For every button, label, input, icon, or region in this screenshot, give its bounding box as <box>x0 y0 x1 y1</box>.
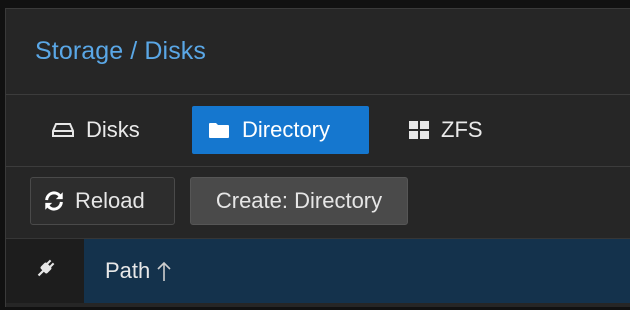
tab-zfs[interactable]: ZFS <box>405 106 487 154</box>
create-directory-label: Create: Directory <box>215 188 383 213</box>
storage-disks-panel: Storage / Disks Disks Directory ZFS Relo… <box>5 8 630 307</box>
toolbar: Reload Create: Directory <box>6 167 630 239</box>
page-title: Storage / Disks <box>35 37 207 65</box>
refresh-icon <box>43 190 65 212</box>
column-path[interactable]: Path <box>84 239 630 303</box>
panel-header: Storage / Disks <box>6 9 630 95</box>
tab-directory-label: Directory <box>242 117 331 142</box>
grid-icon <box>409 121 429 139</box>
column-status[interactable] <box>6 239 84 303</box>
tab-zfs-label: ZFS <box>441 117 483 142</box>
grid-header: Path <box>6 239 630 303</box>
sort-ascending-icon <box>156 260 172 282</box>
reload-label: Reload <box>75 188 145 213</box>
tab-disks-label: Disks <box>86 117 140 142</box>
tab-bar: Disks Directory ZFS <box>6 95 630 167</box>
tab-disks[interactable]: Disks <box>48 106 144 154</box>
create-directory-button[interactable]: Create: Directory <box>190 177 408 225</box>
tab-directory[interactable]: Directory <box>192 106 369 154</box>
plug-icon <box>34 258 56 285</box>
column-path-label: Path <box>105 258 151 283</box>
reload-button[interactable]: Reload <box>30 177 175 225</box>
hdd-icon <box>52 122 74 138</box>
folder-icon <box>208 122 230 139</box>
